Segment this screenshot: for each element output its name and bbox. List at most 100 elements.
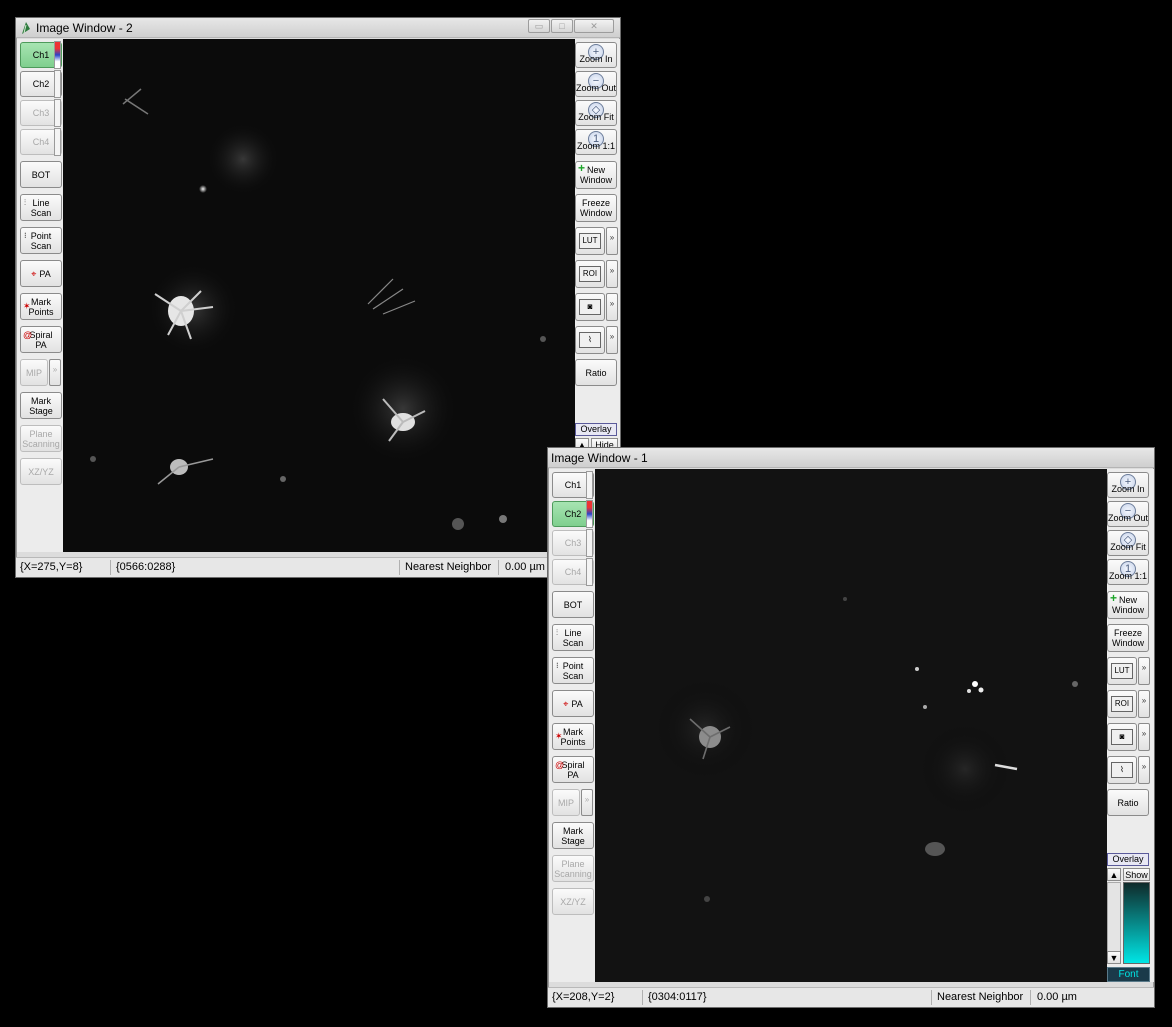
snapshot-button[interactable]: ◙ — [1107, 723, 1137, 751]
profile-plot-button[interactable]: ⌇ — [1107, 756, 1137, 784]
zoom-1-1-button[interactable]: 1 Zoom 1:1 — [575, 129, 617, 155]
mip-button[interactable]: MIP — [552, 789, 580, 816]
window-2-titlebar[interactable]: Image Window - 2 ▭ □ ✕ — [16, 18, 620, 38]
roi-button[interactable]: ROI — [1107, 690, 1137, 718]
lut-icon: LUT — [579, 233, 601, 249]
minimize-button[interactable]: ▭ — [528, 19, 550, 33]
mip-dropdown-chevron-icon[interactable]: » — [581, 789, 593, 816]
line-profile-icon: ⌇ — [579, 332, 601, 348]
zoom-in-button[interactable]: + Zoom In — [575, 42, 617, 68]
channel-2-lut-strip — [54, 70, 61, 98]
roi-dropdown-chevron-icon[interactable]: » — [606, 260, 618, 288]
plane-scanning-button[interactable]: Plane Scanning — [20, 425, 62, 452]
plus-icon: + — [578, 161, 586, 175]
maximize-button[interactable]: □ — [551, 19, 573, 33]
profile-dropdown-chevron-icon[interactable]: » — [1138, 756, 1150, 784]
snapshot-dropdown-chevron-icon[interactable]: » — [606, 293, 618, 321]
xz-yz-button[interactable]: XZ/YZ — [20, 458, 62, 485]
window-1-right-toolbar: + Zoom In − Zoom Out ◇ Zoom Fit 1 Zoom 1:1 +… — [1107, 469, 1154, 982]
close-button[interactable]: ✕ — [574, 19, 614, 33]
status-divider — [399, 560, 400, 575]
window-1-image-canvas[interactable] — [595, 469, 1107, 982]
mark-points-button[interactable]: ✶ Mark Points — [552, 723, 594, 750]
window-2-left-toolbar: Ch1 Ch2 Ch3 Ch4 BOT ⫶ Line Scan ⁝ Point … — [17, 39, 63, 552]
cursor-position-readout: {X=275,Y=8} — [20, 561, 83, 573]
camera-icon: ◙ — [579, 299, 601, 315]
image-window-1[interactable]: Image Window - 1 Ch1 Ch2 Ch3 Ch4 BOT ⫶ L… — [547, 447, 1155, 1008]
point-scan-button[interactable]: ⁝ Point Scan — [20, 227, 62, 254]
zoom-out-button[interactable]: − Zoom Out — [1107, 501, 1149, 527]
overlay-label: Overlay — [575, 423, 617, 436]
window-1-title: Image Window - 1 — [551, 451, 648, 465]
cursor-position-readout: {X=208,Y=2} — [552, 991, 615, 1003]
profile-plot-button[interactable]: ⌇ — [575, 326, 605, 354]
ratio-button[interactable]: Ratio — [1107, 789, 1149, 816]
ratio-button[interactable]: Ratio — [575, 359, 617, 386]
window-2-status-bar: {X=275,Y=8} {0566:0288} Nearest Neighbor… — [16, 557, 620, 577]
status-divider — [498, 560, 499, 575]
freeze-window-button[interactable]: Freeze Window — [1107, 624, 1149, 652]
distance-readout: 0.00 µm — [505, 561, 545, 573]
overlay-scroll-track[interactable] — [1107, 882, 1121, 962]
spiral-pa-button[interactable]: @ Spiral PA — [20, 326, 62, 353]
overlay-scroll-down-button[interactable]: ▼ — [1107, 951, 1121, 964]
distance-readout: 0.00 µm — [1037, 991, 1077, 1003]
freeze-window-button[interactable]: Freeze Window — [575, 194, 617, 222]
roi-button[interactable]: ROI — [575, 260, 605, 288]
plane-scanning-button[interactable]: Plane Scanning — [552, 855, 594, 882]
xz-yz-button[interactable]: XZ/YZ — [552, 888, 594, 915]
zoom-out-button[interactable]: − Zoom Out — [575, 71, 617, 97]
mark-points-icon: ✶ — [555, 731, 563, 741]
lut-dropdown-chevron-icon[interactable]: » — [1138, 657, 1150, 685]
profile-dropdown-chevron-icon[interactable]: » — [606, 326, 618, 354]
mip-dropdown-chevron-icon[interactable]: » — [49, 359, 61, 386]
point-scan-icon: ⁝ — [24, 231, 27, 240]
channel-2-lut-strip — [586, 500, 593, 528]
line-scan-button[interactable]: ⫶ Line Scan — [552, 624, 594, 651]
overlay-font-button[interactable]: Font — [1107, 967, 1150, 982]
mark-stage-button[interactable]: Mark Stage — [552, 822, 594, 849]
zoom-fit-button[interactable]: ◇ Zoom Fit — [1107, 530, 1149, 556]
overlay-color-swatch[interactable] — [1123, 882, 1150, 964]
pa-button[interactable]: ⌖ PA — [20, 260, 62, 287]
spiral-pa-button[interactable]: @ Spiral PA — [552, 756, 594, 783]
pa-button[interactable]: ⌖ PA — [552, 690, 594, 717]
status-divider — [642, 990, 643, 1005]
snapshot-button[interactable]: ◙ — [575, 293, 605, 321]
zoom-in-button[interactable]: + Zoom In — [1107, 472, 1149, 498]
roi-dropdown-chevron-icon[interactable]: » — [1138, 690, 1150, 718]
image-window-2[interactable]: Image Window - 2 ▭ □ ✕ Ch1 Ch2 Ch3 Ch4 B… — [15, 17, 621, 578]
window-1-status-bar: {X=208,Y=2} {0304:0117} Nearest Neighbor… — [548, 987, 1154, 1007]
zoom-1-1-button[interactable]: 1 Zoom 1:1 — [1107, 559, 1149, 585]
mark-stage-button[interactable]: Mark Stage — [20, 392, 62, 419]
window-1-titlebar[interactable]: Image Window - 1 — [548, 448, 1154, 468]
lut-button[interactable]: LUT — [575, 227, 605, 255]
new-window-button[interactable]: + New Window — [1107, 591, 1149, 619]
lut-button[interactable]: LUT — [1107, 657, 1137, 685]
line-scan-icon: ⫶ — [24, 198, 26, 207]
zoom-fit-button[interactable]: ◇ Zoom Fit — [575, 100, 617, 126]
mark-points-icon: ✶ — [23, 301, 31, 311]
new-window-button[interactable]: + New Window — [575, 161, 617, 189]
snapshot-dropdown-chevron-icon[interactable]: » — [1138, 723, 1150, 751]
lut-icon: LUT — [1111, 663, 1133, 679]
overlay-label: Overlay — [1107, 853, 1149, 866]
overlay-show-button[interactable]: Show — [1123, 868, 1150, 881]
channel-1-lut-strip — [586, 471, 593, 499]
mip-button[interactable]: MIP — [20, 359, 48, 386]
overlay-scroll-up-button[interactable]: ▲ — [1107, 868, 1121, 881]
point-scan-button[interactable]: ⁝ Point Scan — [552, 657, 594, 684]
photoactivation-icon: ⌖ — [31, 268, 37, 279]
microscopy-image — [595, 469, 1107, 982]
channel-1-lut-strip — [54, 41, 61, 69]
lut-dropdown-chevron-icon[interactable]: » — [606, 227, 618, 255]
mark-points-button[interactable]: ✶ Mark Points — [20, 293, 62, 320]
bot-button[interactable]: BOT — [20, 161, 62, 188]
line-scan-button[interactable]: ⫶ Line Scan — [20, 194, 62, 221]
line-profile-icon: ⌇ — [1111, 762, 1133, 778]
photoactivation-icon: ⌖ — [563, 698, 569, 709]
pixel-value-readout: {0566:0288} — [116, 561, 176, 573]
microscopy-image — [63, 39, 575, 552]
window-2-image-canvas[interactable] — [63, 39, 575, 552]
bot-button[interactable]: BOT — [552, 591, 594, 618]
